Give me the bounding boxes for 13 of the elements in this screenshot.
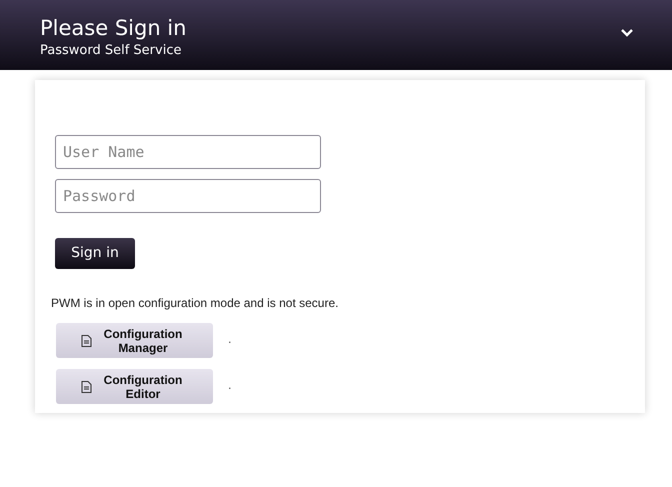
configuration-button[interactable]: Configuration Manager [56,323,213,358]
input-field[interactable]: User Name [55,135,321,169]
document-icon [81,334,92,346]
sign-in-button[interactable]: Sign in [55,238,135,269]
document-icon [81,380,92,392]
configuration-button[interactable]: Configuration Editor [56,369,213,404]
note-text: . [228,378,232,394]
notice-text: PWM is in open configuration mode and is not secure. [51,295,340,312]
input-field[interactable]: Password [55,179,321,213]
page-title: Please Sign in [40,15,186,42]
note-text: . [228,332,232,348]
chevron-down-icon[interactable] [620,28,634,38]
page-subtitle: Password Self Service [40,42,182,60]
